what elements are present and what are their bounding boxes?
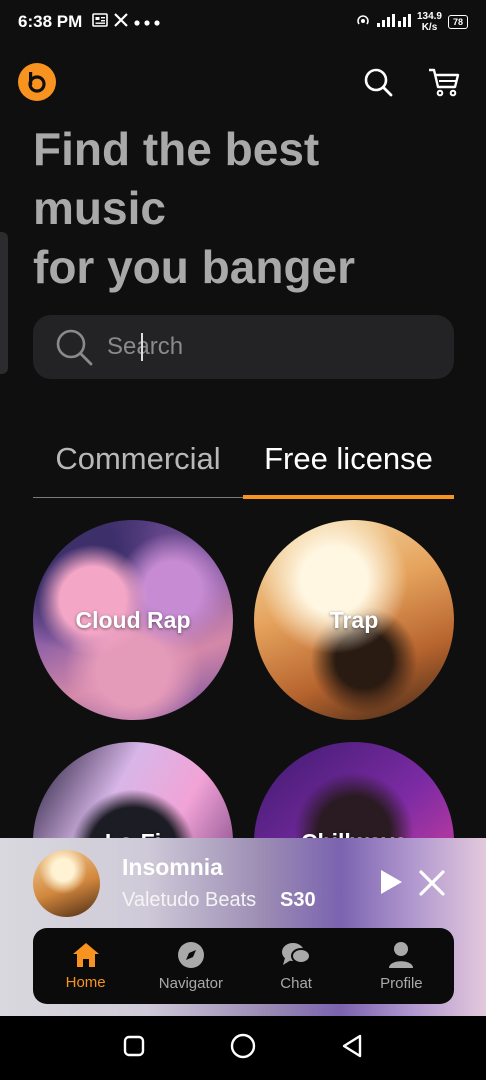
page-headline: Find the best music for you banger — [33, 120, 463, 297]
play-icon — [381, 870, 402, 894]
system-navigation-bar — [0, 1016, 486, 1080]
cart-icon — [429, 68, 460, 97]
network-speed: 134.9 K/s — [417, 11, 442, 33]
tab-commercial[interactable]: Commercial — [33, 420, 243, 498]
genre-card-trap[interactable]: Trap — [254, 520, 454, 720]
close-player-button[interactable] — [418, 869, 446, 897]
search-bar[interactable] — [33, 315, 454, 379]
nav-profile[interactable]: Profile — [349, 928, 454, 1004]
app-header — [18, 54, 460, 110]
hotspot-icon — [355, 13, 371, 32]
app-logo[interactable] — [18, 63, 56, 101]
nav-chat[interactable]: Chat — [244, 928, 349, 1004]
logo-b-icon — [28, 72, 46, 93]
headline-line-1: Find the best — [33, 123, 320, 175]
nav-label: Chat — [280, 974, 312, 992]
recents-button[interactable] — [123, 1035, 145, 1062]
cart-button[interactable] — [428, 66, 460, 98]
status-right: 134.9 K/s 78 — [355, 11, 468, 33]
battery-level: 78 — [452, 17, 463, 27]
search-input[interactable] — [107, 333, 387, 361]
tab-free-license[interactable]: Free license — [243, 420, 454, 498]
home-system-button[interactable] — [230, 1033, 256, 1064]
compass-icon — [177, 941, 204, 968]
notification-icons — [92, 12, 160, 32]
nav-home[interactable]: Home — [33, 928, 138, 1004]
search-icon — [56, 329, 93, 366]
status-time: 6:38 PM — [18, 12, 83, 31]
track-title: Insomnia — [122, 854, 223, 880]
nav-label: Home — [65, 973, 106, 991]
edge-panel-handle[interactable] — [0, 232, 8, 374]
genre-label: Trap — [329, 606, 379, 633]
track-price: S30 — [280, 889, 316, 911]
more-dots-icon — [134, 13, 160, 31]
search-icon — [364, 68, 393, 97]
header-actions — [362, 66, 460, 98]
text-cursor — [141, 333, 143, 361]
network-speed-unit: K/s — [421, 22, 438, 33]
license-tabs: Commercial Free license — [33, 420, 454, 500]
active-tab-indicator — [243, 495, 454, 499]
track-artist: Valetudo Beats — [122, 889, 257, 911]
headline-line-3: for you banger — [33, 241, 356, 293]
nav-label: Navigator — [158, 974, 223, 992]
search-button[interactable] — [362, 66, 394, 98]
genre-card-cloud-rap[interactable]: Cloud Rap — [33, 520, 233, 720]
bottom-navigation: Home Navigator Chat Profile — [33, 928, 454, 1004]
recents-icon — [123, 1035, 144, 1056]
circle-home-icon — [230, 1033, 256, 1058]
play-button[interactable] — [378, 868, 404, 896]
battery-icon: 78 — [447, 15, 468, 29]
headline-line-2: music — [33, 182, 166, 234]
home-icon — [72, 942, 99, 967]
back-icon — [343, 1034, 362, 1057]
close-icon — [419, 870, 445, 896]
profile-icon — [389, 941, 414, 968]
nav-label: Profile — [380, 974, 423, 992]
news-icon — [92, 12, 109, 32]
nav-navigator[interactable]: Navigator — [138, 928, 243, 1004]
back-button[interactable] — [341, 1034, 363, 1063]
signal-icon — [376, 13, 411, 32]
track-artwork — [33, 850, 100, 917]
genre-label: Cloud Rap — [75, 606, 191, 633]
network-speed-value: 134.9 — [416, 11, 442, 22]
status-bar: 6:38 PM 134.9 K/s 78 — [0, 0, 486, 44]
x-icon — [114, 12, 129, 32]
chat-icon — [282, 942, 312, 965]
